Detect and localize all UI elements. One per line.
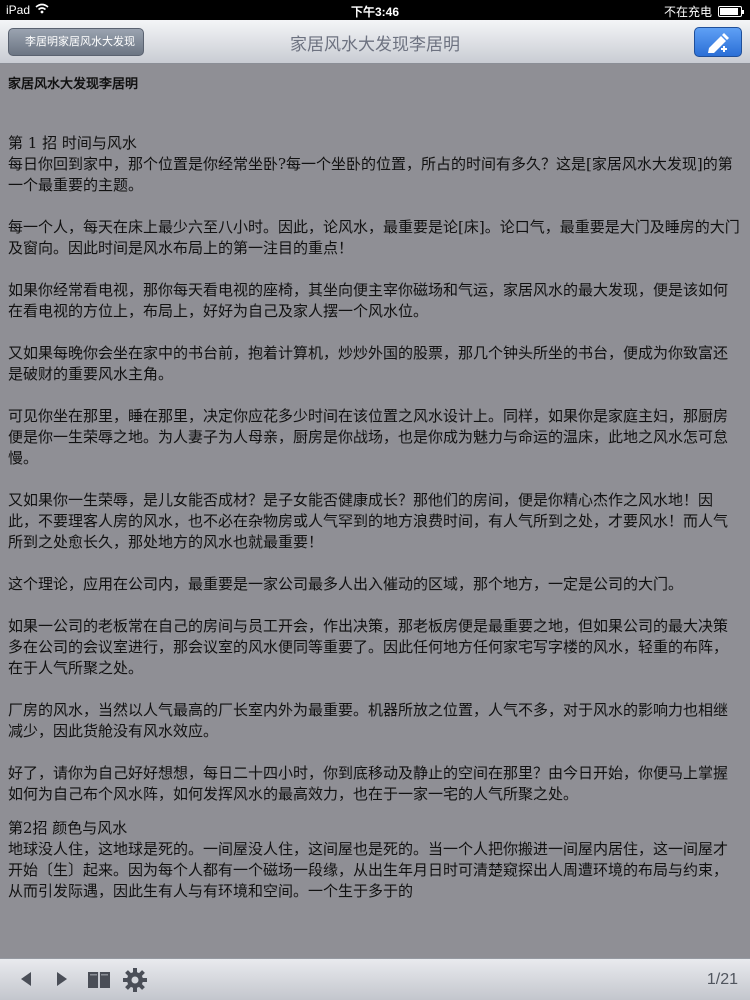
prev-icon[interactable] [16, 969, 36, 993]
paragraph: 地球没人住，这地球是死的。一间屋没人住，这间屋也是死的。当一个人把你搬进一间屋内… [8, 840, 729, 900]
document-title: 家居风水大发现李居明 [8, 77, 139, 92]
battery-fill [720, 8, 738, 15]
paragraph: 如果一公司的老板常在自己的房间与员工开会，作出决策，那老板房便是最重要之地，但如… [8, 617, 729, 677]
charging-status: 不在充电 [663, 5, 712, 19]
paragraph: 可见你坐在那里，睡在那里，决定你应花多少时间在该位置之风水设计上。同样，如果你是… [8, 407, 729, 467]
status-bar: iPad 下午3:46 不在充电 [0, 0, 750, 20]
paragraph: 好了，请你为自己好好想想，每日二十四小时，你到底移动及静止的空间在那里？由今日开… [8, 764, 729, 803]
paragraph: 又如果每晚你会坐在家中的书台前，抱着计算机，炒炒外国的股票，那几个钟头所坐的书台… [8, 344, 729, 383]
gear-icon[interactable] [122, 967, 148, 997]
chapter-heading-2: 第2招 颜色与风水 [8, 819, 128, 837]
status-time: 下午3:46 [350, 5, 400, 19]
navigation-bar: 李居明家居风水大发现 家居风水大发现李居明 [0, 20, 750, 64]
battery-icon [718, 6, 744, 17]
paragraph: 每一个人，每天在床上最少六至八小时。因此，论风水，最重要是论[床]。论口气，最重… [8, 218, 740, 257]
document-content: 家居风水大发现李居明 第 1 招 时间与风水 每日你回到家中，那个位置是你经常坐… [0, 65, 750, 958]
page-title: 家居风水大发现李居明 [290, 35, 460, 55]
paragraph: 每日你回到家中，那个位置是你经常坐卧?每一个坐卧的位置，所占的时间有多久？这是[… [8, 155, 733, 194]
next-icon[interactable] [52, 969, 72, 993]
chapter-heading-1: 第 1 招 时间与风水 [8, 134, 137, 152]
paragraph: 这个理论，应用在公司内，最重要是一家公司最多人出入催动的区域，那个地方，一定是公… [8, 575, 684, 593]
paragraph: 如果你经常看电视，那你每天看电视的座椅，其坐向便主宰你磁场和气运，家居风水的最大… [8, 281, 729, 320]
paragraph: 又如果你一生荣辱，是儿女能否成材？是子女能否健康成长？那他们的房间，便是你精心杰… [8, 491, 729, 551]
back-button-area: 李居明家居风水大发现 [0, 20, 160, 64]
back-button[interactable]: 李居明家居风水大发现 [8, 28, 144, 56]
status-right: 不在充电 [663, 3, 744, 20]
page-indicator: 1/21 [706, 971, 738, 988]
book-icon[interactable] [86, 969, 112, 995]
bottom-toolbar: 1/21 [0, 958, 750, 1000]
annotate-button[interactable] [694, 27, 742, 57]
paragraph: 厂房的风水，当然以人气最高的厂长室内外为最重要。机器所放之位置，人气不多，对于风… [8, 701, 729, 740]
pencil-icon [708, 33, 729, 53]
